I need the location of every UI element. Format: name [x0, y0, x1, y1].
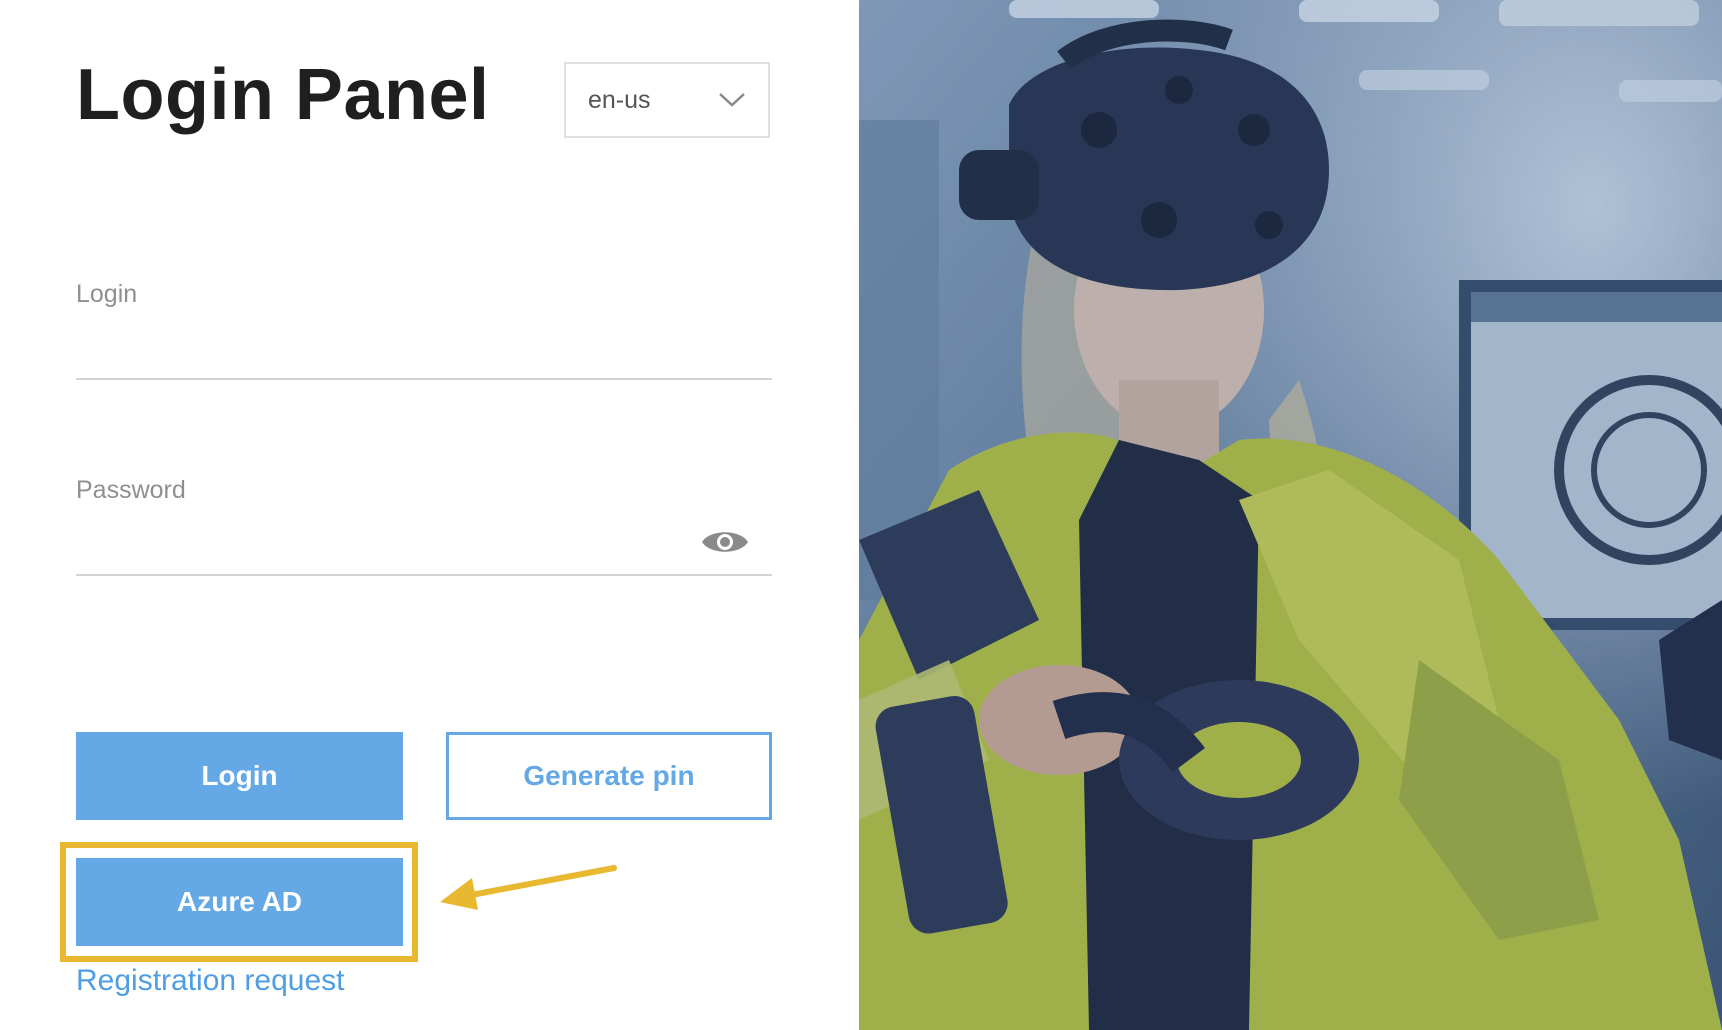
eye-icon[interactable] — [700, 524, 750, 560]
login-field: Login — [76, 278, 772, 382]
page-title: Login Panel — [76, 55, 490, 135]
login-input[interactable] — [76, 336, 772, 380]
password-field: Password — [76, 474, 772, 578]
generate-pin-button[interactable]: Generate pin — [446, 732, 772, 820]
arrow-left-icon — [440, 865, 617, 910]
login-button[interactable]: Login — [76, 732, 403, 820]
vr-headset-photo — [859, 0, 1722, 1030]
password-label: Password — [76, 476, 186, 504]
chevron-down-icon — [719, 93, 745, 107]
login-page: Login Panel en-us Login Password Login G… — [0, 0, 1722, 1030]
registration-request-link[interactable]: Registration request — [76, 964, 344, 998]
login-panel: Login Panel en-us Login Password Login G… — [0, 0, 859, 1030]
language-select[interactable]: en-us — [564, 62, 770, 138]
login-label: Login — [76, 280, 138, 308]
hero-image — [859, 0, 1722, 1030]
password-input[interactable] — [76, 532, 772, 576]
language-value: en-us — [588, 85, 651, 114]
azure-ad-button[interactable]: Azure AD — [76, 858, 403, 946]
